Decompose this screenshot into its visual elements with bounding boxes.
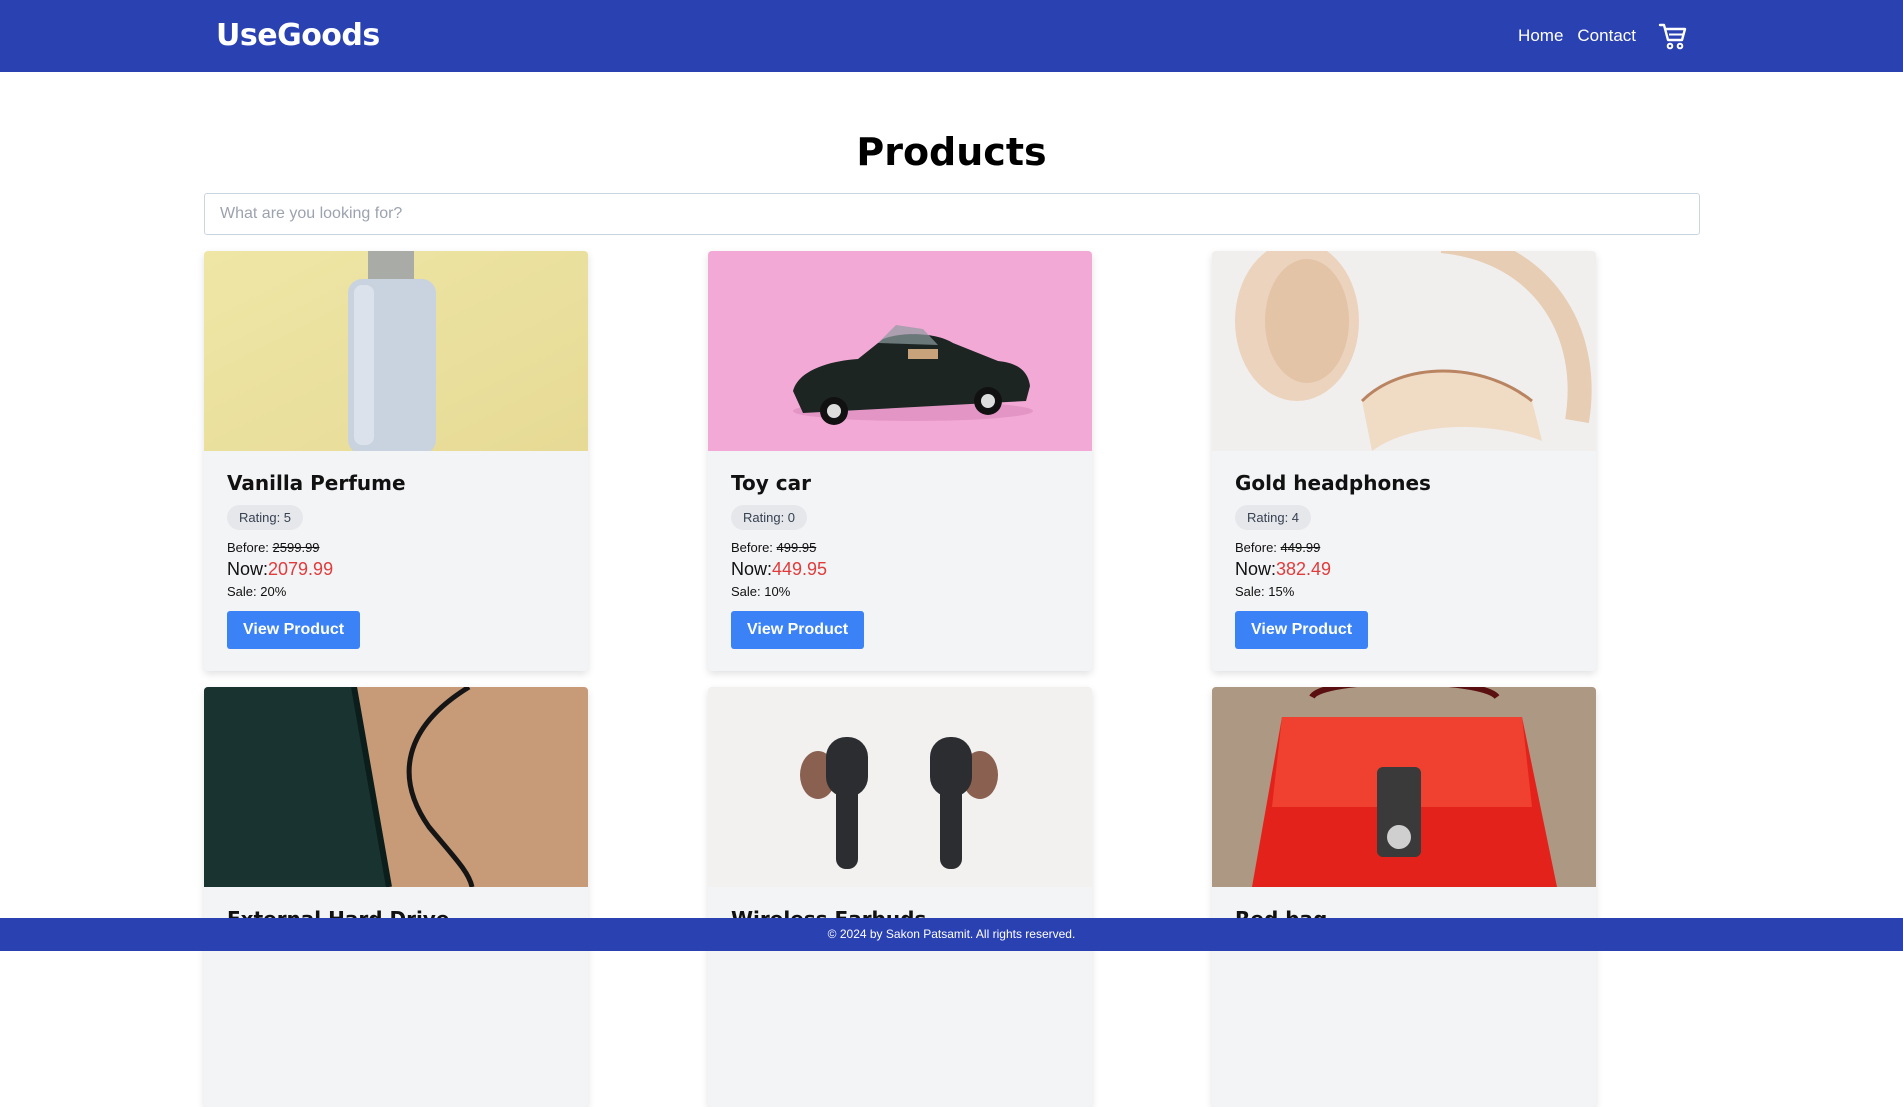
product-title: Gold headphones bbox=[1235, 471, 1431, 495]
view-product-button[interactable]: View Product bbox=[731, 611, 865, 649]
search-input[interactable] bbox=[204, 193, 1700, 235]
price-before: Before: 499.95 bbox=[731, 540, 817, 555]
product-card: Gold headphones Rating: 4 Before: 449.99… bbox=[1212, 251, 1596, 671]
price-now: Now:2079.99 bbox=[227, 559, 334, 579]
product-card: Toy car Rating: 0 Before: 499.95 Now:449… bbox=[708, 251, 1092, 671]
cart-icon[interactable] bbox=[1658, 21, 1688, 51]
view-product-button[interactable]: View Product bbox=[1235, 611, 1369, 649]
sale-percent: Sale: 20% bbox=[227, 584, 287, 599]
navbar: UseGoods Home Contact bbox=[0, 0, 1903, 72]
perfume-image bbox=[204, 251, 588, 451]
price-now: Now:382.49 bbox=[1235, 559, 1332, 579]
rating-badge: Rating: 0 bbox=[731, 505, 808, 530]
product-card: Vanilla Perfume Rating: 5 Before: 2599.9… bbox=[204, 251, 588, 671]
product-title: Toy car bbox=[731, 471, 811, 495]
nav-link-home[interactable]: Home bbox=[1518, 26, 1563, 46]
view-product-button[interactable]: View Product bbox=[227, 611, 361, 649]
page-title: Products bbox=[856, 130, 1047, 174]
rating-badge: Rating: 4 bbox=[1235, 505, 1312, 530]
product-card: Wireless Earbuds bbox=[708, 687, 1092, 1107]
hard-drive-image bbox=[204, 687, 588, 887]
product-title: Vanilla Perfume bbox=[227, 471, 406, 495]
brand-logo[interactable]: UseGoods bbox=[216, 18, 380, 53]
earbuds-image bbox=[708, 687, 1092, 887]
sale-percent: Sale: 15% bbox=[1235, 584, 1295, 599]
toy-car-image bbox=[708, 251, 1092, 451]
price-before: Before: 2599.99 bbox=[227, 540, 320, 555]
headphones-image bbox=[1212, 251, 1596, 451]
sale-percent: Sale: 10% bbox=[731, 584, 791, 599]
nav-links: Home Contact bbox=[1518, 0, 1688, 72]
price-now: Now:449.95 bbox=[731, 559, 828, 579]
rating-badge: Rating: 5 bbox=[227, 505, 304, 530]
nav-link-contact[interactable]: Contact bbox=[1577, 26, 1636, 46]
footer: © 2024 by Sakon Patsamit. All rights res… bbox=[0, 918, 1903, 951]
product-card: Red bag bbox=[1212, 687, 1596, 1107]
price-before: Before: 449.99 bbox=[1235, 540, 1321, 555]
red-bag-image bbox=[1212, 687, 1596, 887]
product-card: External Hard Drive bbox=[204, 687, 588, 1107]
